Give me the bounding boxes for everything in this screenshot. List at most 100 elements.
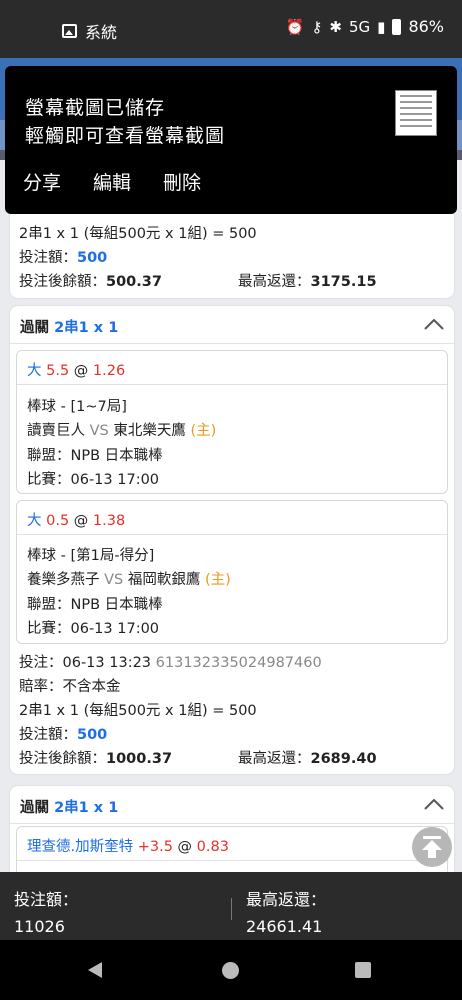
bet-record-card: 過關 2串1 x 1 理查德.加斯奎特 +3.5 @ 0.83 [10, 786, 454, 886]
match-time: 比賽：06-13 17:00 [27, 472, 160, 488]
sport-market: 棒球 - [第1局-得分] [27, 548, 155, 564]
total-max-return-value: 24661.41 [246, 917, 323, 936]
league: 聯盟：NPB 日本職棒 [27, 597, 163, 613]
bet-type-label: 過關 [20, 800, 49, 816]
selection: 理查德.加斯奎特 [27, 839, 134, 855]
max-return-row: 最高返還：3175.15 [238, 270, 377, 291]
notification-area: 系統 [62, 19, 117, 43]
chevron-up-icon[interactable] [424, 798, 444, 810]
max-return-label: 最高返還： [238, 274, 311, 290]
popup-subtitle: 輕觸即可查看螢幕截圖 [25, 125, 226, 147]
odds-note: 賠率：不含本金 [19, 679, 121, 695]
network-label: 5G [349, 17, 371, 36]
back-to-top-button[interactable] [412, 827, 452, 867]
away-team: 東北樂天鷹 [113, 423, 186, 439]
teams: 養樂多燕子 VS 福岡軟銀鷹 (主) [27, 568, 231, 589]
system-icons: ⏰ ⚷ ✱ 5G ▮ 86% [286, 17, 444, 36]
home-team: 讀賣巨人 [27, 423, 85, 439]
selection-line: 理查德.加斯奎特 +3.5 @ 0.83 [27, 835, 229, 856]
max-return-value: 3175.15 [310, 274, 377, 290]
league: 聯盟：NPB 日本職棒 [27, 448, 163, 464]
battery-percent: 86% [408, 17, 444, 36]
bet-time-row: 投注：06-13 13:23 613132335024987460 [19, 651, 322, 672]
system-nav-bar [0, 940, 462, 1000]
stake-value: 500 [77, 727, 108, 743]
edit-button[interactable]: 編輯 [93, 168, 131, 195]
arrow-up-icon [422, 836, 442, 858]
key-icon: ⚷ [311, 17, 323, 36]
stake-value: 500 [77, 250, 108, 266]
image-icon [62, 24, 77, 38]
home-icon[interactable] [222, 962, 239, 979]
popup-actions: 分享 編輯 刪除 [23, 168, 201, 195]
vs-label: VS [104, 572, 124, 588]
away-team: 福岡軟銀鷹 [127, 572, 201, 588]
card-header[interactable]: 過關 2串1 x 1 [10, 306, 454, 344]
alarm-icon: ⏰ [285, 17, 305, 36]
max-return-label: 最高返還： [238, 751, 311, 767]
screenshot-saved-popup[interactable]: 螢幕截圖已儲存 輕觸即可查看螢幕截圖 分享 編輯 刪除 [5, 66, 457, 214]
stake-row: 投注額：500 [19, 723, 107, 744]
bet-record-card: 2串1 x 1 (每組500元 x 1組) = 500 投注額：500 投注後餘… [10, 214, 454, 298]
card-header[interactable]: 過關 2串1 x 1 [10, 786, 454, 824]
total-max-return: 最高返還： 24661.41 [246, 886, 326, 936]
summary-divider [231, 898, 232, 920]
popup-title: 螢幕截圖已儲存 [25, 97, 166, 119]
bet-leg-header: 大 5.5 @ 1.26 [17, 351, 447, 385]
home-tag: (主) [190, 423, 217, 439]
total-max-return-label: 最高返還： [246, 890, 327, 909]
home-tag: (主) [204, 572, 231, 588]
total-stake-value: 11026 [14, 917, 65, 936]
stake-label: 投注額： [19, 727, 77, 743]
total-stake-label: 投注額： [14, 890, 79, 909]
vs-label: VS [89, 423, 109, 439]
sport-market: 棒球 - [1~7局] [27, 399, 127, 415]
odds: 0.83 [196, 839, 229, 855]
bet-leg-header: 大 0.5 @ 1.38 [17, 501, 447, 535]
bet-type-label: 過關 [20, 320, 49, 336]
balance-row: 投注後餘額：500.37 [19, 270, 162, 291]
signal-icon: ▮ [377, 17, 386, 36]
screenshot-thumbnail[interactable] [395, 90, 437, 136]
bet-time: 投注：06-13 13:23 [19, 655, 152, 671]
share-button[interactable]: 分享 [23, 168, 61, 195]
balance-value: 500.37 [106, 274, 162, 290]
bet-type-value: 2串1 x 1 [54, 320, 119, 336]
at-sign: @ [73, 363, 89, 379]
combo-text: 2串1 x 1 (每組500元 x 1組) = 500 [19, 703, 257, 719]
battery-icon [392, 18, 402, 35]
handicap: +3.5 [137, 839, 173, 855]
odds: 1.26 [92, 363, 126, 379]
stake-label: 投注額： [19, 250, 77, 266]
notification-app-name: 系統 [85, 23, 118, 42]
status-bar: 系統 ⏰ ⚷ ✱ 5G ▮ 86% [0, 0, 462, 58]
recent-apps-icon[interactable] [355, 962, 371, 978]
balance-label: 投注後餘額： [19, 274, 106, 290]
handicap: 5.5 [46, 363, 70, 379]
odds: 1.38 [92, 513, 126, 529]
selection-line: 大 0.5 @ 1.38 [27, 509, 125, 530]
bet-type-value: 2串1 x 1 [54, 800, 119, 816]
combo-text: 2串1 x 1 (每組500元 x 1組) = 500 [19, 226, 257, 242]
max-return-value: 2689.40 [310, 751, 377, 767]
selection: 大 [27, 363, 42, 379]
bet-record-card: 過關 2串1 x 1 大 5.5 @ 1.26 棒球 - [1~7局] 讀賣巨人… [10, 306, 454, 774]
home-team: 養樂多燕子 [27, 572, 100, 588]
balance-row: 投注後餘額：1000.37 [19, 747, 172, 768]
total-stake: 投注額： 11026 [14, 886, 78, 936]
selection: 大 [27, 513, 42, 529]
selection-line: 大 5.5 @ 1.26 [27, 359, 125, 380]
summary-bar: 投注額： 11026 最高返還： 24661.41 [0, 872, 462, 940]
delete-button[interactable]: 刪除 [163, 168, 201, 195]
balance-label: 投注後餘額： [19, 751, 106, 767]
at-sign: @ [177, 839, 193, 855]
teams: 讀賣巨人 VS 東北樂天鷹 (主) [27, 419, 216, 440]
bet-leg: 大 0.5 @ 1.38 棒球 - [第1局-得分] 養樂多燕子 VS 福岡軟銀… [16, 500, 448, 644]
back-icon[interactable] [88, 962, 102, 978]
balance-value: 1000.37 [106, 751, 173, 767]
chevron-up-icon[interactable] [424, 318, 444, 330]
bet-type-title: 過關 2串1 x 1 [20, 796, 118, 817]
at-sign: @ [73, 513, 89, 529]
stake-row: 投注額：500 [19, 246, 107, 267]
handicap: 0.5 [46, 513, 70, 529]
